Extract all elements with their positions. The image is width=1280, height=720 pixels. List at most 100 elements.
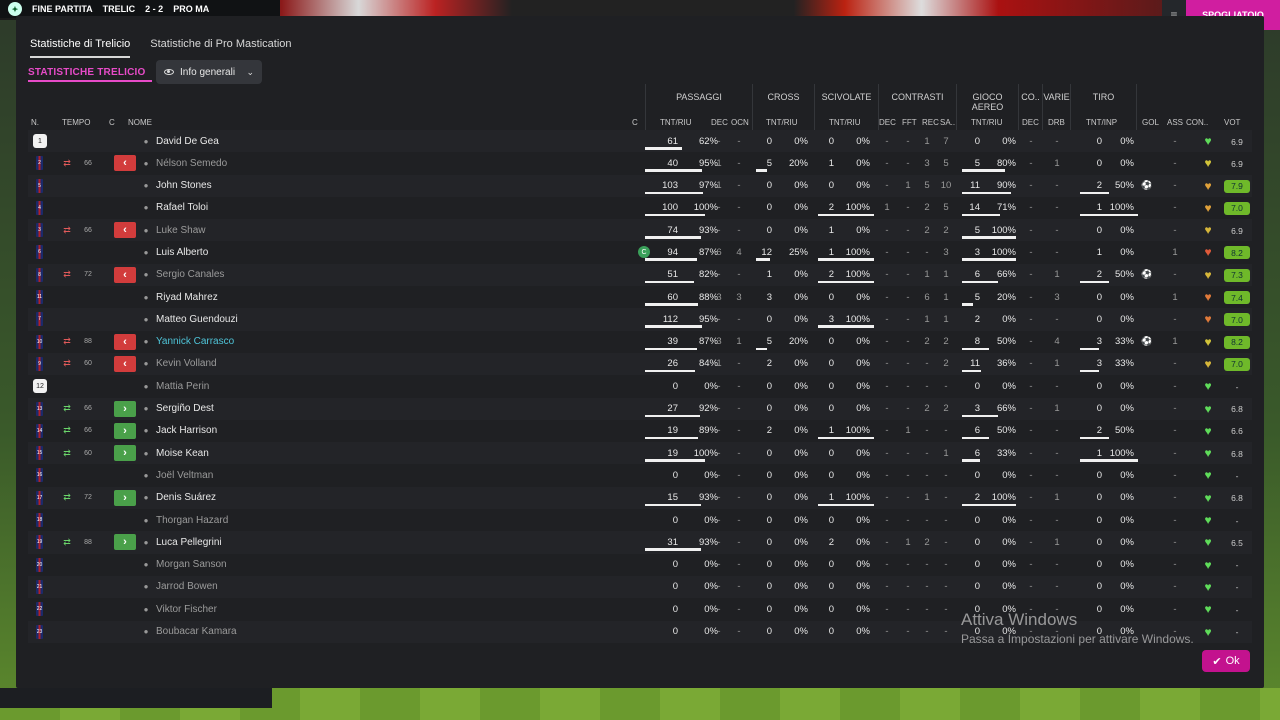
col-pass-tnt[interactable]: TNT/RIU: [660, 118, 692, 127]
col-con-sa[interactable]: SA..: [940, 118, 955, 127]
col-cross-tnt[interactable]: TNT/RIU: [766, 118, 798, 127]
tab-trelicio-stats[interactable]: Statistiche di Trelicio: [30, 38, 131, 58]
aerial-pct: 0%: [1002, 559, 1016, 571]
sub-out-button[interactable]: ‹: [114, 355, 136, 372]
col-rating[interactable]: VOT: [1224, 118, 1240, 127]
assists: -: [1173, 135, 1177, 147]
col-dribbles[interactable]: DRB: [1048, 118, 1065, 127]
table-row[interactable]: 19 ⇄ 88 › ● Luca Pellegrini 31 93% - -0 0% 2 0% -1 2-0…: [28, 531, 1252, 554]
player-name[interactable]: Sergiño Dest: [156, 398, 356, 420]
col-con-fft[interactable]: FFT: [902, 118, 917, 127]
table-row[interactable]: 18 ● Thorgan Hazard 0 0% - -0 0% 0 0% - - - -0 0% - -0 0%…: [28, 509, 1252, 532]
player-name[interactable]: Thorgan Hazard: [156, 509, 356, 531]
crosses-pct: 20%: [788, 157, 808, 169]
contrasts-recovered: 2: [924, 224, 930, 236]
player-name[interactable]: Nélson Semedo: [156, 152, 356, 174]
contrasts-recovered: 6: [924, 291, 930, 303]
table-row[interactable]: 11 ● Riyad Mahrez 60 88% 3 3 3 0% 0 0% - -6 1 5 20% -3 0 0…: [28, 286, 1252, 309]
sub-minute: 66: [84, 405, 92, 413]
col-goals[interactable]: GOL: [1142, 118, 1159, 127]
player-name[interactable]: Yannick Carrasco: [156, 331, 356, 353]
col-time[interactable]: TEMPO: [62, 118, 90, 127]
player-name[interactable]: Moise Kean: [156, 442, 356, 464]
tackles-attempted: 0: [828, 403, 834, 415]
player-name[interactable]: Luca Pellegrini: [156, 531, 356, 553]
contrasts-recovered: -: [925, 603, 929, 615]
contrasts-sa: 2: [943, 358, 949, 370]
co-decisive: -: [1029, 291, 1033, 303]
table-row[interactable]: 8 ⇄ 72 ‹ ● Sergio Canales 51 82% - -1 0% 2 100% - -1 1 6…: [28, 263, 1252, 287]
player-name[interactable]: Boubacar Kamara: [156, 621, 356, 643]
table-row[interactable]: 9 ⇄ 60 ‹ ● Kevin Volland 26 84% 1-2 0% 0 0% - - -2 11 36…: [28, 352, 1252, 376]
col-c[interactable]: C: [109, 118, 115, 127]
table-row[interactable]: 2 ⇄ 66 ‹ ● Nélson Semedo 40 95% 1-5 20% 1 0% - -3 5 5 80…: [28, 152, 1252, 175]
passes-decisive: -: [717, 313, 721, 325]
col-condition[interactable]: CON..: [1186, 118, 1208, 127]
player-rating: 7.0: [1224, 313, 1250, 327]
table-row[interactable]: 21 ● Jarrod Bowen 0 0% - -0 0% 0 0% - - - -0 0% - -0 0% - ♥…: [28, 575, 1252, 599]
col-con-rec[interactable]: REC: [922, 118, 939, 127]
table-row[interactable]: 6 ● Luis Alberto C 94 87% 6 4 12 25% 1 100% - - -3 3 100…: [28, 241, 1252, 264]
table-row[interactable]: 14 ⇄ 66 › ● Jack Harrison 19 89% - -2 0% 1 100% -1- -6…: [28, 419, 1252, 443]
sub-out-button[interactable]: ‹: [114, 222, 136, 239]
player-name[interactable]: John Stones: [156, 175, 356, 197]
sub-in-button[interactable]: ›: [114, 534, 136, 551]
player-name[interactable]: Matteo Guendouzi: [156, 308, 356, 330]
col-co-dec[interactable]: DEC: [1022, 118, 1039, 127]
table-row[interactable]: 15 ⇄ 60 › ● Moise Kean 19 100% - -0 0% 0 0% - - -1 6 33% -…: [28, 442, 1252, 465]
col-aerial-tnt[interactable]: TNT/RIU: [971, 118, 1003, 127]
player-name[interactable]: Kevin Volland: [156, 353, 356, 375]
col-shots[interactable]: TNT/INP: [1086, 118, 1117, 127]
contrasts-fft: -: [906, 202, 910, 214]
player-name[interactable]: Sergio Canales: [156, 264, 356, 286]
dribbles: 3: [1054, 291, 1060, 303]
table-row[interactable]: 4 ● Rafael Toloi 100 100% - -0 0% 2 100% 1-2 5 14 71%…: [28, 196, 1252, 220]
tab-pro-mastication-stats[interactable]: Statistiche di Pro Mastication: [150, 38, 291, 58]
sub-out-button[interactable]: ‹: [114, 155, 136, 172]
player-name[interactable]: Denis Suárez: [156, 487, 356, 509]
condition-heart-icon: ♥: [1204, 602, 1212, 617]
table-row[interactable]: 12 ● Mattia Perin 0 0% - -0 0% 0 0% - - - -0 0% - -0 0% - ♥…: [28, 375, 1252, 398]
col-name[interactable]: NOME: [128, 118, 152, 127]
table-row[interactable]: 10 ⇄ 88 ‹ ● Yannick Carrasco 39 87% 3 1 5 20% 0 0% - -2…: [28, 330, 1252, 353]
player-name[interactable]: Luke Shaw: [156, 219, 356, 241]
player-name[interactable]: Joël Veltman: [156, 464, 356, 486]
sub-in-button[interactable]: ›: [114, 445, 136, 462]
player-name[interactable]: Morgan Sanson: [156, 554, 356, 576]
view-dropdown[interactable]: Info generali ⌄: [156, 60, 262, 84]
player-name[interactable]: Viktor Fischer: [156, 598, 356, 620]
col-pass-dec[interactable]: DEC: [711, 118, 728, 127]
player-name[interactable]: Riyad Mahrez: [156, 286, 356, 308]
table-row[interactable]: 1 ● David De Gea 61 62% - -0 0% 0 0% - -1 7 0 0% - -0 0% -…: [28, 130, 1252, 153]
table-row[interactable]: 5 ● John Stones 103 97% 1-0 0% 0 0% -1 5 10 11 90% - -2…: [28, 174, 1252, 197]
table-row[interactable]: 13 ⇄ 66 › ● Sergiño Dest 27 92% - -0 0% 0 0% - -2 2 3 66%…: [28, 397, 1252, 420]
table-row[interactable]: 20 ● Morgan Sanson 0 0% - -0 0% 0 0% - - - -0 0% - -0 0% -…: [28, 553, 1252, 576]
person-icon: ●: [143, 247, 149, 257]
sub-in-button[interactable]: ›: [114, 422, 136, 439]
player-name[interactable]: Mattia Perin: [156, 375, 356, 397]
col-assists[interactable]: ASS: [1167, 118, 1183, 127]
player-name[interactable]: Rafael Toloi: [156, 197, 356, 219]
col-pass-ocn[interactable]: OCN: [731, 118, 749, 127]
player-rating: 6.9: [1231, 225, 1243, 236]
col-tackle-tnt[interactable]: TNT/RIU: [829, 118, 861, 127]
table-row[interactable]: 16 ● Joël Veltman 0 0% - -0 0% 0 0% - - - -0 0% - -0 0% - ♥…: [28, 464, 1252, 487]
sub-in-button[interactable]: ›: [114, 489, 136, 506]
table-row[interactable]: 7 ● Matteo Guendouzi 112 95% - -0 0% 3 100% - -1 1 2 0…: [28, 308, 1252, 331]
player-name[interactable]: David De Gea: [156, 130, 356, 152]
sub-in-button[interactable]: ›: [114, 400, 136, 417]
player-name[interactable]: Jarrod Bowen: [156, 576, 356, 598]
sub-out-button[interactable]: ‹: [114, 333, 136, 350]
sub-in-icon: ⇄: [63, 403, 71, 414]
person-icon: ●: [143, 203, 149, 213]
sub-minute: 72: [84, 494, 92, 502]
table-row[interactable]: 3 ⇄ 66 ‹ ● Luke Shaw 74 93% - -0 0% 1 0% - -2 2 5 100% - -0…: [28, 219, 1252, 242]
player-name[interactable]: Luis Alberto: [156, 241, 356, 263]
ok-button[interactable]: ✔ Ok: [1202, 650, 1250, 672]
player-name[interactable]: Jack Harrison: [156, 420, 356, 442]
col-number[interactable]: N.: [31, 118, 39, 127]
table-row[interactable]: 17 ⇄ 72 › ● Denis Suárez 15 93% - -0 0% 1 100% - -1-2 1…: [28, 486, 1252, 510]
col-con-dec[interactable]: DEC: [879, 118, 896, 127]
sub-out-button[interactable]: ‹: [114, 266, 136, 283]
col-captain[interactable]: C: [632, 118, 638, 127]
